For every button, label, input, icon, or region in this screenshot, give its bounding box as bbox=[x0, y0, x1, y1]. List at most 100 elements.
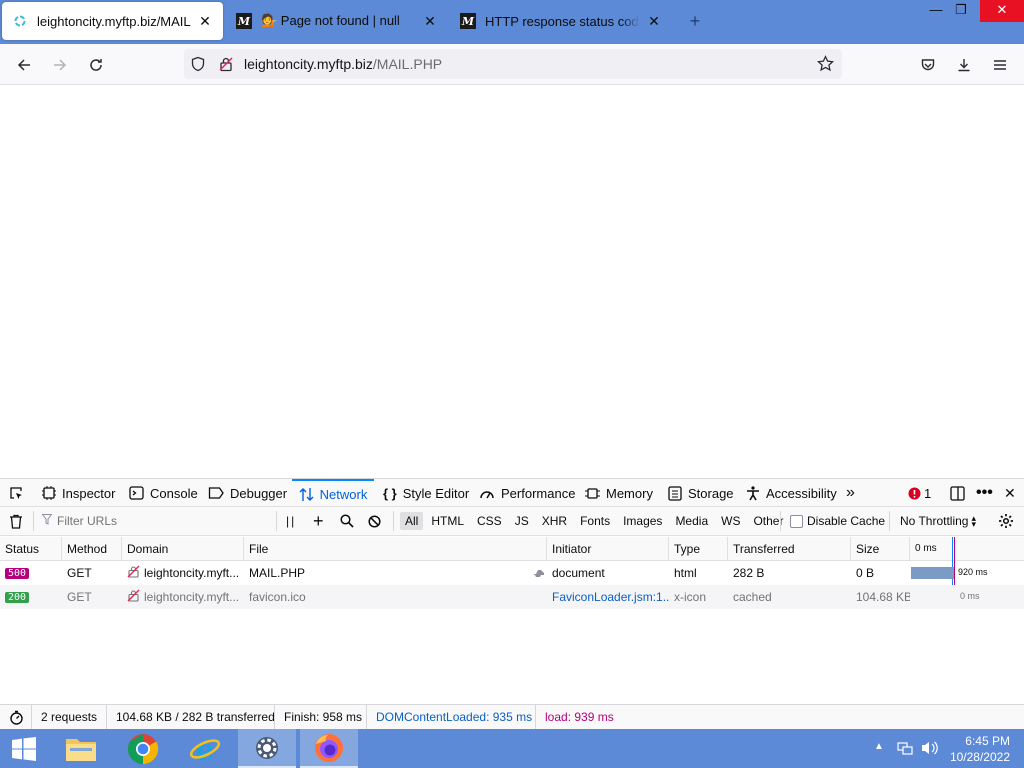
url-path: /MAIL.PHP bbox=[372, 56, 443, 72]
transfer-summary: 104.68 KB / 282 B transferred bbox=[106, 705, 275, 729]
column-header-file[interactable]: File bbox=[244, 537, 547, 560]
block-button[interactable] bbox=[368, 507, 381, 535]
devtools-tab-style-editor[interactable]: { } Style Editor bbox=[383, 479, 469, 507]
style-editor-icon: { } bbox=[383, 485, 397, 501]
transferred-cell: cached bbox=[733, 590, 772, 604]
dock-side-icon bbox=[950, 485, 965, 501]
type-filter-other[interactable]: Other bbox=[748, 512, 788, 530]
insecure-connection-icon bbox=[127, 565, 140, 581]
insecure-lock-icon[interactable] bbox=[218, 56, 234, 75]
file-cell: favicon.ico bbox=[249, 590, 306, 604]
search-button[interactable] bbox=[340, 507, 354, 535]
settings-gear-icon bbox=[256, 736, 278, 759]
initiator-link[interactable]: FaviconLoader.jsm:1... bbox=[547, 585, 669, 609]
browser-tab-mail-php[interactable]: leightoncity.myftp.biz/MAIL.PHP ✕ bbox=[2, 2, 223, 40]
debugger-icon bbox=[208, 486, 224, 500]
clear-requests-button[interactable] bbox=[9, 507, 23, 535]
column-header-type[interactable]: Type bbox=[669, 537, 728, 560]
column-header-domain[interactable]: Domain bbox=[122, 537, 244, 560]
table-row[interactable]: 200 GET leightoncity.myft... favicon.ico… bbox=[0, 585, 1024, 609]
devtools-tab-storage[interactable]: Storage bbox=[668, 479, 734, 507]
pocket-button[interactable] bbox=[915, 52, 941, 78]
waterfall-bar bbox=[911, 567, 954, 579]
taskbar-file-explorer[interactable] bbox=[52, 729, 110, 768]
type-filter-ws[interactable]: WS bbox=[716, 512, 745, 530]
type-filter-js[interactable]: JS bbox=[510, 512, 534, 530]
page-content bbox=[0, 85, 1024, 478]
column-header-transferred[interactable]: Transferred bbox=[728, 537, 851, 560]
checkbox-icon bbox=[790, 514, 803, 528]
taskbar-chrome[interactable] bbox=[114, 729, 172, 768]
load-time-text: load: 939 ms bbox=[545, 710, 614, 724]
forward-button[interactable] bbox=[47, 52, 73, 78]
element-picker-button[interactable] bbox=[8, 479, 24, 507]
volume-tray-icon[interactable] bbox=[921, 740, 939, 759]
devtools-close-button[interactable]: ✕ bbox=[1004, 479, 1016, 507]
tab-close-icon[interactable]: ✕ bbox=[646, 13, 662, 30]
type-filter-images[interactable]: Images bbox=[618, 512, 667, 530]
downloads-button[interactable] bbox=[951, 52, 977, 78]
type-filter-media[interactable]: Media bbox=[670, 512, 713, 530]
status-cell: 500 bbox=[0, 561, 62, 585]
request-blocking-button[interactable]: + bbox=[313, 507, 324, 535]
browser-tab-page-not-found[interactable]: M 💁 Page not found | null ✕ bbox=[226, 2, 448, 40]
type-filter-html[interactable]: HTML bbox=[426, 512, 469, 530]
network-tray-icon[interactable] bbox=[897, 740, 913, 759]
type-filter-group: All HTML CSS JS XHR Fonts Images Media W… bbox=[400, 507, 788, 535]
new-tab-button[interactable]: + bbox=[684, 10, 706, 32]
throttling-select[interactable]: No Throttling ▴ ▾ bbox=[900, 507, 976, 535]
start-button[interactable] bbox=[0, 729, 48, 768]
devtools-tab-console[interactable]: Console bbox=[129, 479, 198, 507]
browser-tab-http-status[interactable]: M HTTP response status codes - HTTP ✕ bbox=[450, 2, 672, 40]
app-menu-button[interactable] bbox=[987, 52, 1013, 78]
taskbar-internet-explorer[interactable]: e bbox=[176, 729, 234, 768]
column-header-method[interactable]: Method bbox=[62, 537, 122, 560]
bookmark-star-icon[interactable] bbox=[816, 55, 835, 75]
back-button[interactable] bbox=[11, 52, 37, 78]
column-header-size[interactable]: Size bbox=[851, 537, 910, 560]
clock-date: 10/28/2022 bbox=[949, 750, 1010, 764]
tab-close-icon[interactable]: ✕ bbox=[197, 13, 213, 30]
dock-toggle-button[interactable] bbox=[950, 479, 965, 507]
network-icon bbox=[299, 487, 314, 502]
pause-button[interactable]: || bbox=[286, 507, 296, 535]
forward-arrow-icon bbox=[54, 59, 67, 71]
timing-label: 0 ms bbox=[960, 591, 980, 601]
tracking-shield-icon[interactable] bbox=[190, 56, 206, 75]
throttling-value: No Throttling bbox=[900, 514, 969, 528]
network-settings-button[interactable] bbox=[998, 507, 1014, 535]
type-filter-all[interactable]: All bbox=[400, 512, 424, 530]
devtools-menu-button[interactable]: ••• bbox=[976, 479, 993, 507]
devtools-tab-network[interactable]: Network bbox=[292, 479, 374, 507]
type-filter-css[interactable]: CSS bbox=[472, 512, 507, 530]
column-header-waterfall[interactable]: 0 ms bbox=[910, 537, 1024, 560]
taskbar-settings-app[interactable] bbox=[238, 729, 296, 768]
error-count-button[interactable]: 1 bbox=[908, 479, 931, 507]
reload-button[interactable] bbox=[83, 52, 109, 78]
show-hidden-icons-button[interactable]: ▲ bbox=[874, 741, 884, 752]
column-header-initiator[interactable]: Initiator bbox=[547, 537, 669, 560]
devtools-tab-memory[interactable]: Memory bbox=[585, 479, 653, 507]
type-filter-xhr[interactable]: XHR bbox=[537, 512, 572, 530]
restore-button[interactable]: ❐ bbox=[946, 0, 976, 22]
devtools-tab-inspector[interactable]: Inspector bbox=[42, 479, 115, 507]
tab-close-icon[interactable]: ✕ bbox=[422, 13, 438, 30]
taskbar-firefox[interactable] bbox=[300, 729, 358, 768]
type-filter-fonts[interactable]: Fonts bbox=[575, 512, 615, 530]
devtools-tab-accessibility[interactable]: Accessibility bbox=[746, 479, 837, 507]
devtools-tab-debugger[interactable]: Debugger bbox=[208, 479, 287, 507]
devtools-tab-performance[interactable]: Performance bbox=[479, 479, 575, 507]
more-tools-button[interactable]: » bbox=[846, 479, 855, 507]
url-bar[interactable]: leightoncity.myftp.biz/MAIL.PHP bbox=[184, 49, 842, 79]
filter-urls-input[interactable]: Filter URLs bbox=[41, 507, 276, 535]
performance-analysis-button[interactable] bbox=[9, 705, 24, 729]
column-header-status[interactable]: Status bbox=[0, 537, 62, 560]
accessibility-icon bbox=[746, 485, 760, 501]
disable-cache-checkbox[interactable]: Disable Cache bbox=[790, 507, 885, 535]
inspector-icon bbox=[42, 486, 56, 500]
window-close-button[interactable]: ✕ bbox=[980, 0, 1024, 22]
system-clock[interactable]: 6:45 PM 10/28/2022 bbox=[950, 733, 1010, 765]
initiator-cell: document bbox=[552, 566, 605, 580]
navigation-toolbar: leightoncity.myftp.biz/MAIL.PHP bbox=[0, 44, 1024, 85]
table-row[interactable]: 500 GET leightoncity.myft... MAIL.PHP do… bbox=[0, 561, 1024, 585]
